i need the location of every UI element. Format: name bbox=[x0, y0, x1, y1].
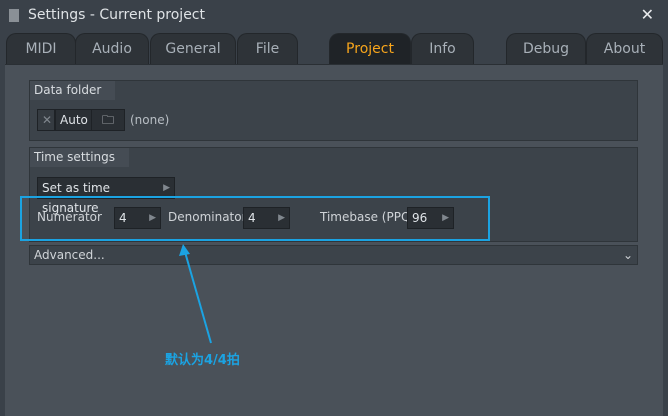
annotation-arrow bbox=[179, 244, 212, 344]
arrow-head bbox=[179, 244, 190, 256]
arrow-line bbox=[184, 251, 212, 344]
annotation-text: 默认为4/4拍 bbox=[165, 353, 240, 368]
